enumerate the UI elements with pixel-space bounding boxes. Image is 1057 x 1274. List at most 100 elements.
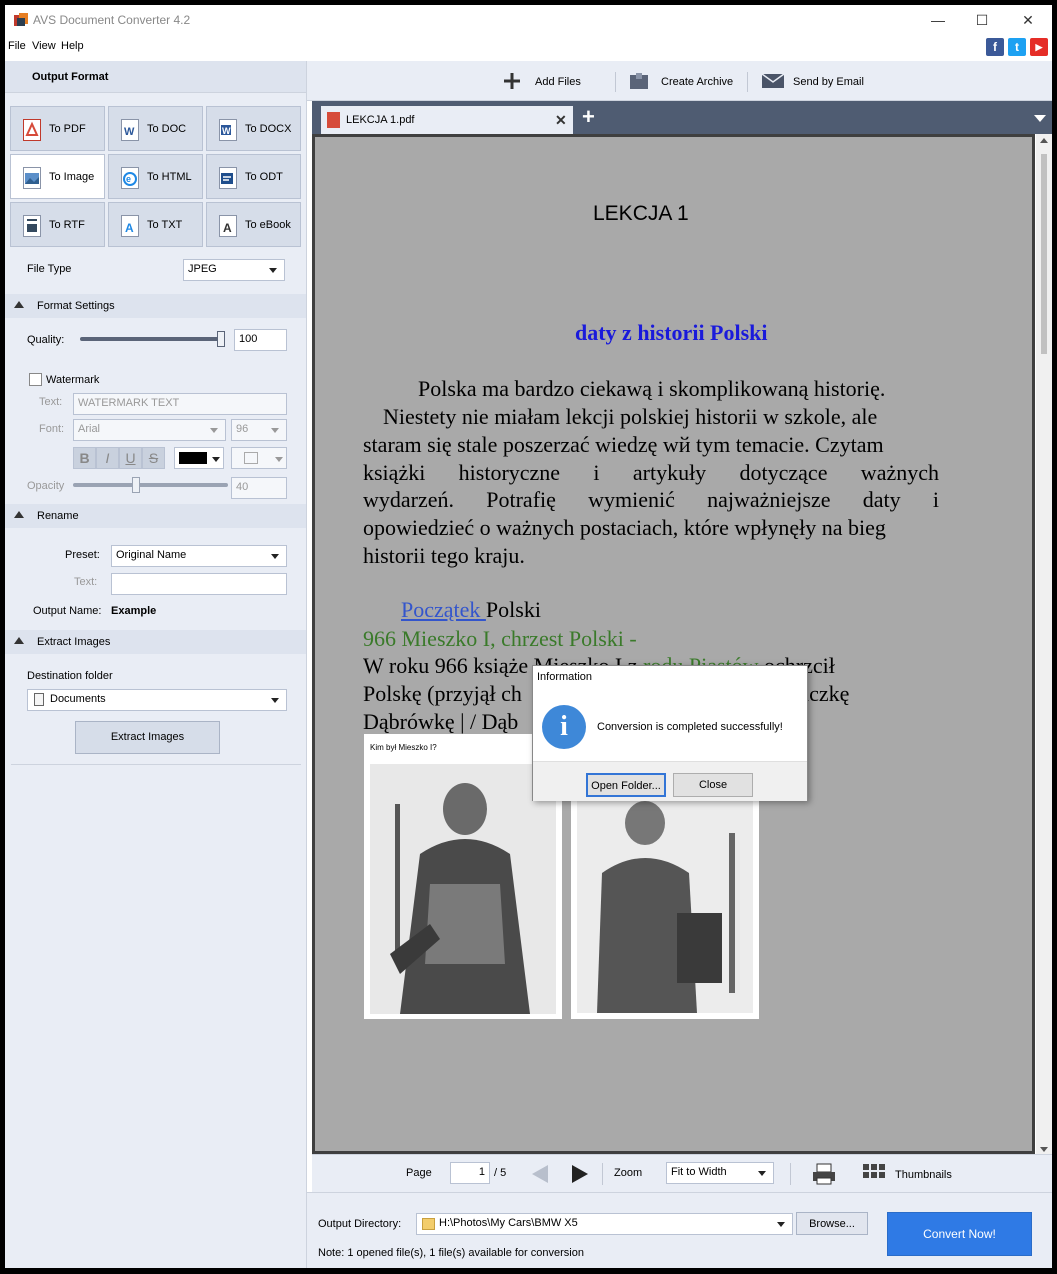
- opacity-slider[interactable]: [73, 477, 228, 493]
- watermark-text-input[interactable]: WATERMARK TEXT: [73, 393, 287, 415]
- to-odt-button[interactable]: To ODT: [206, 154, 301, 199]
- rename-section[interactable]: Rename: [5, 504, 306, 528]
- minimize-button[interactable]: —: [915, 9, 961, 31]
- toolbar-separator: [615, 72, 616, 92]
- destination-folder-select[interactable]: Documents: [27, 689, 287, 711]
- watermark-position-select[interactable]: [231, 447, 287, 469]
- document-viewer[interactable]: LEKCJA 1 daty z historii Polski Polska m…: [312, 134, 1035, 1154]
- preset-select[interactable]: Original Name: [111, 545, 287, 567]
- send-by-email-button[interactable]: Send by Email: [761, 72, 871, 92]
- dialog-close-button[interactable]: Close: [673, 773, 753, 797]
- scroll-down-arrow[interactable]: [1040, 1147, 1048, 1152]
- menu-help[interactable]: Help: [61, 40, 84, 52]
- folder-icon: [422, 1218, 435, 1230]
- bold-button[interactable]: B: [73, 447, 96, 469]
- convert-now-button[interactable]: Convert Now!: [887, 1212, 1032, 1256]
- doc-link-line: Początek Polski: [401, 597, 541, 622]
- underline-button[interactable]: U: [119, 447, 142, 469]
- quality-label: Quality:: [27, 334, 65, 346]
- output-directory-select[interactable]: H:\Photos\My Cars\BMW X5: [416, 1213, 793, 1235]
- document-icon: [34, 693, 44, 706]
- page-number-input[interactable]: 1: [450, 1162, 490, 1184]
- output-name-label: Output Name:: [33, 605, 102, 617]
- quality-slider-thumb[interactable]: [217, 331, 225, 347]
- zoom-select[interactable]: Fit to Width: [666, 1162, 774, 1184]
- tab-list-dropdown[interactable]: [1025, 101, 1052, 134]
- quality-slider[interactable]: [80, 331, 225, 347]
- browse-button[interactable]: Browse...: [796, 1212, 868, 1235]
- close-window-button[interactable]: ✕: [1005, 9, 1051, 31]
- opacity-slider-track: [73, 483, 228, 487]
- image-caption: Kim był Mieszko I?: [370, 743, 437, 752]
- tab-close-icon[interactable]: ✕: [555, 112, 567, 129]
- menu-view[interactable]: View: [32, 40, 56, 52]
- viewer-scrollbar[interactable]: [1036, 134, 1052, 1157]
- title-bar: AVS Document Converter 4.2 — ☐ ✕: [5, 5, 1052, 35]
- doc-subheading: daty z historii Polski: [575, 320, 768, 345]
- format-settings-section[interactable]: Format Settings: [5, 294, 306, 318]
- add-tab-icon[interactable]: +: [582, 104, 595, 130]
- preset-label: Preset:: [65, 549, 100, 561]
- toolbar-separator: [747, 72, 748, 92]
- font-color-picker[interactable]: [174, 447, 224, 469]
- file-type-select[interactable]: JPEG: [183, 259, 285, 281]
- menu-file[interactable]: File: [8, 40, 26, 52]
- print-icon[interactable]: [812, 1163, 836, 1185]
- font-select[interactable]: Arial: [73, 419, 226, 441]
- chevron-down-icon: [1034, 115, 1046, 122]
- plus-icon: [503, 72, 525, 90]
- svg-text:e: e: [126, 174, 131, 184]
- to-docx-button[interactable]: W To DOCX: [206, 106, 301, 151]
- to-html-button[interactable]: e To HTML: [108, 154, 203, 199]
- information-dialog: Information i Conversion is completed su…: [532, 665, 808, 801]
- youtube-icon[interactable]: ▶: [1030, 38, 1048, 56]
- document-tab[interactable]: LEKCJA 1.pdf ✕: [321, 106, 573, 134]
- to-rtf-button[interactable]: To RTF: [10, 202, 105, 247]
- previous-page-button[interactable]: [532, 1165, 548, 1183]
- quality-input[interactable]: 100: [234, 329, 287, 351]
- to-ebook-button[interactable]: A To eBook: [206, 202, 301, 247]
- arrow-icon: [244, 452, 258, 464]
- add-files-button[interactable]: Add Files: [503, 72, 603, 92]
- conversion-note: Note: 1 opened file(s), 1 file(s) availa…: [318, 1247, 584, 1259]
- doc-image-dobrawa: [571, 787, 759, 1019]
- thumbnails-icon[interactable]: [862, 1163, 886, 1185]
- collapse-icon: [14, 637, 24, 644]
- app-window: AVS Document Converter 4.2 — ☐ ✕ File Vi…: [5, 5, 1052, 1268]
- doc-heading: LEKCJA 1: [593, 202, 689, 225]
- watermark-label: Watermark: [46, 374, 100, 386]
- font-size-select[interactable]: 96: [231, 419, 287, 441]
- to-pdf-button[interactable]: To PDF: [10, 106, 105, 151]
- quality-slider-track: [80, 337, 225, 341]
- italic-button[interactable]: I: [96, 447, 119, 469]
- app-logo-icon: [13, 12, 29, 28]
- window-title: AVS Document Converter 4.2: [33, 13, 191, 27]
- zoom-label: Zoom: [614, 1167, 643, 1179]
- page-navigation-bar: Page 1 / 5 Zoom Fit to Width Thumbnails: [312, 1154, 1052, 1192]
- thumbnails-label[interactable]: Thumbnails: [895, 1169, 952, 1181]
- create-archive-button[interactable]: Create Archive: [629, 72, 744, 92]
- page-label: Page: [406, 1167, 432, 1179]
- scroll-thumb[interactable]: [1041, 154, 1047, 354]
- facebook-icon[interactable]: f: [986, 38, 1004, 56]
- open-folder-button[interactable]: Open Folder...: [586, 773, 666, 797]
- extract-images-button[interactable]: Extract Images: [75, 721, 220, 754]
- rename-text-input[interactable]: [111, 573, 287, 595]
- watermark-checkbox[interactable]: [29, 373, 42, 386]
- opacity-slider-thumb[interactable]: [131, 477, 140, 493]
- next-page-button[interactable]: [572, 1165, 588, 1183]
- doc-green-line: 966 Mieszko I, chrzest Polski -: [363, 626, 637, 651]
- svg-text:W: W: [124, 126, 135, 138]
- output-directory-label: Output Directory:: [318, 1218, 402, 1230]
- image-icon: [23, 167, 41, 189]
- scroll-up-arrow[interactable]: [1040, 138, 1048, 143]
- to-image-button[interactable]: To Image: [10, 154, 105, 199]
- extract-images-section[interactable]: Extract Images: [5, 630, 306, 654]
- to-txt-button[interactable]: A To TXT: [108, 202, 203, 247]
- doc-link[interactable]: Początek: [401, 597, 486, 622]
- to-doc-button[interactable]: W To DOC: [108, 106, 203, 151]
- opacity-input[interactable]: 40: [231, 477, 287, 499]
- maximize-button[interactable]: ☐: [959, 9, 1005, 31]
- strikethrough-button[interactable]: S: [142, 447, 165, 469]
- twitter-icon[interactable]: t: [1008, 38, 1026, 56]
